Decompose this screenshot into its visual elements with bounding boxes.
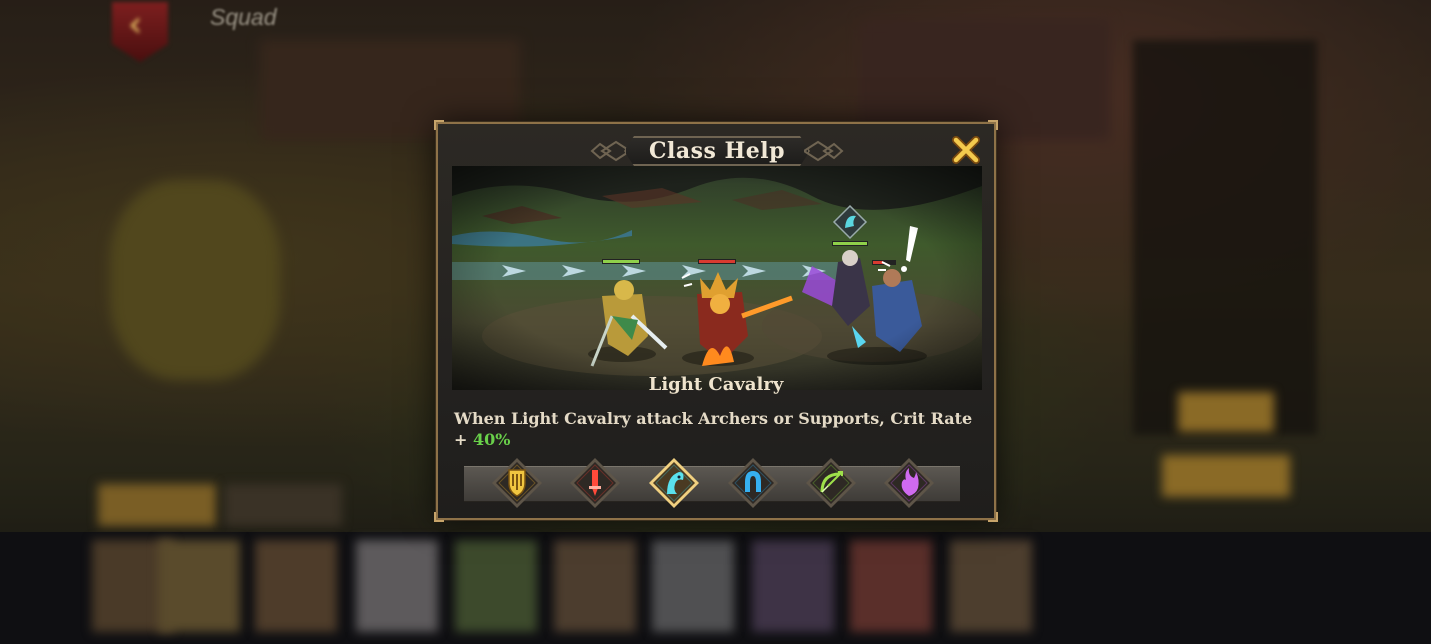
left-tab-button-secondary[interactable] (224, 484, 342, 526)
class-option-magic-flame[interactable] (882, 456, 936, 510)
close-icon[interactable] (950, 134, 982, 166)
description-value: 40% (472, 430, 511, 449)
left-tab-button[interactable] (98, 484, 216, 526)
class-option-shield[interactable] (490, 456, 544, 510)
description-text: When Light Cavalry attack Archers or Sup… (454, 409, 973, 449)
hero-portrait[interactable] (950, 540, 1032, 632)
hero-portrait[interactable] (455, 540, 537, 632)
class-option-bow[interactable] (804, 456, 858, 510)
class-description: When Light Cavalry attack Archers or Sup… (454, 408, 984, 450)
dialog-title: Class Help (648, 138, 786, 164)
bow-icon (806, 458, 856, 508)
back-arrow-icon: ‹ (128, 4, 143, 45)
horse-head-icon (649, 458, 699, 508)
right-side-panel (1133, 40, 1317, 435)
horseshoe-icon (728, 458, 778, 508)
class-option-sword[interactable] (568, 456, 622, 510)
hero-portrait[interactable] (158, 540, 240, 632)
right-panel-button[interactable] (1178, 392, 1274, 432)
sword-icon (570, 458, 620, 508)
hero-portrait[interactable] (356, 540, 438, 632)
class-option-horseshoe[interactable] (726, 456, 780, 510)
magic-flame-icon (884, 458, 934, 508)
shield-icon (492, 458, 542, 508)
hero-portrait[interactable] (652, 540, 734, 632)
battle-illustration (452, 166, 982, 390)
dialog-title-banner: Class Help (590, 136, 844, 166)
hero-portrait[interactable] (752, 540, 834, 632)
hero-portrait[interactable] (554, 540, 636, 632)
unit-class-name: Light Cavalry (648, 374, 784, 395)
back-button[interactable]: ‹ (90, 2, 200, 62)
screen-title: Squad (210, 4, 277, 30)
right-panel-button-large[interactable] (1162, 455, 1290, 497)
class-help-dialog: Class Help Light Cavalry When Light Cava… (434, 120, 998, 522)
class-option-horse-head[interactable] (647, 456, 701, 510)
hero-portrait[interactable] (850, 540, 932, 632)
hero-portrait[interactable] (255, 540, 337, 632)
